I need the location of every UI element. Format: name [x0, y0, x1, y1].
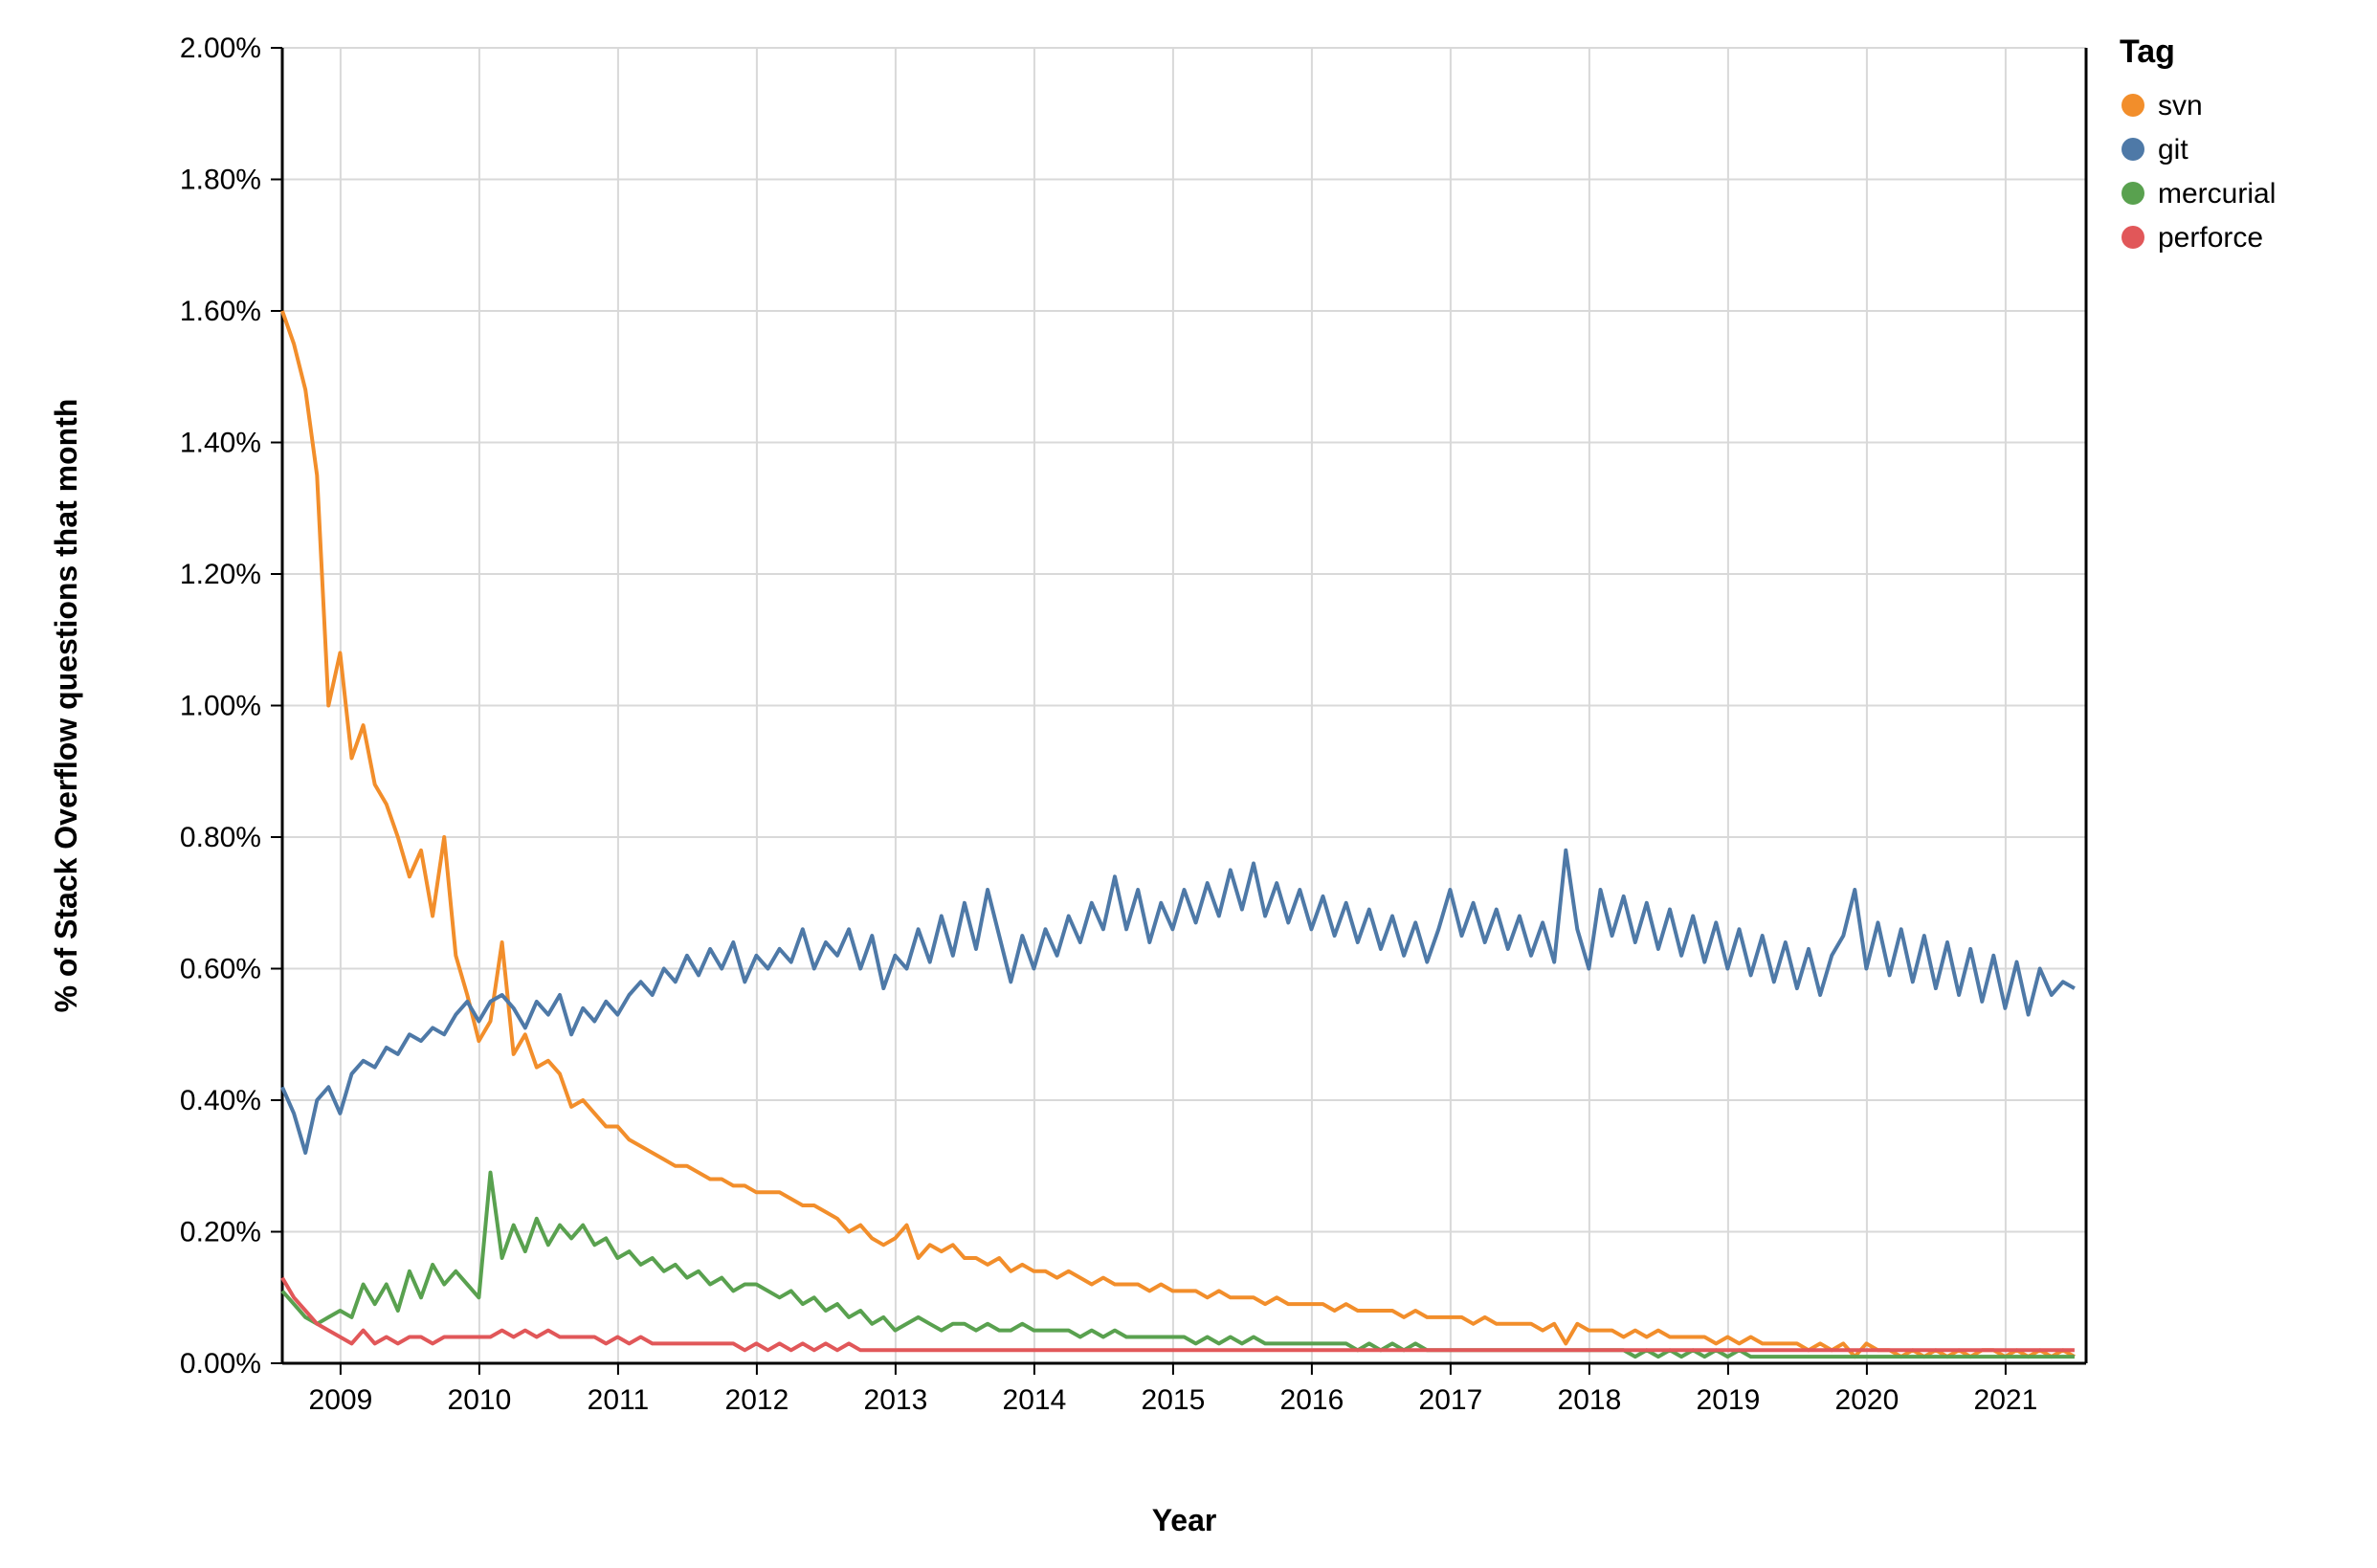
y-tick-label: 1.00%: [180, 691, 261, 722]
y-tick-label: 2.00%: [180, 33, 261, 64]
x-tick-label: 2013: [864, 1384, 928, 1416]
x-axis-title: Year: [1152, 1503, 1217, 1537]
y-tick-label: 1.60%: [180, 296, 261, 327]
legend-title: Tag: [2120, 33, 2175, 70]
x-tick-label: 2020: [1835, 1384, 1899, 1416]
y-tick-label: 1.40%: [180, 428, 261, 459]
legend-swatch-git: [2122, 138, 2144, 161]
x-tick-label: 2018: [1558, 1384, 1622, 1416]
series-line-git: [282, 850, 2075, 1153]
x-tick-label: 2011: [588, 1384, 650, 1416]
line-chart: 0.00% 0.20% 0.40% 0.60% 0.80% 1.00% 1.20% 1.40%…: [0, 0, 2377, 1568]
legend-label-svn: svn: [2158, 90, 2203, 121]
y-tick-label: 0.20%: [180, 1217, 261, 1248]
legend-label-perforce: perforce: [2158, 222, 2263, 254]
x-tick-label: 2015: [1142, 1384, 1206, 1416]
x-tick-label: 2019: [1697, 1384, 1761, 1416]
legend-label-git: git: [2158, 134, 2188, 166]
x-tick-label: 2016: [1280, 1384, 1344, 1416]
legend-swatch-perforce: [2122, 226, 2144, 249]
chart-container: 0.00% 0.20% 0.40% 0.60% 0.80% 1.00% 1.20% 1.40%…: [0, 0, 2377, 1568]
legend-label-mercurial: mercurial: [2158, 178, 2276, 210]
x-tick-label: 2012: [725, 1384, 789, 1416]
legend-swatch-mercurial: [2122, 182, 2144, 205]
y-tick-label: 1.20%: [180, 559, 261, 590]
series-line-svn: [282, 311, 2075, 1357]
x-tick-label: 2009: [309, 1384, 373, 1416]
series-line-perforce: [282, 1278, 2075, 1351]
legend-swatch-svn: [2122, 94, 2144, 117]
y-tick-label: 1.80%: [180, 165, 261, 196]
y-tick-label: 0.00%: [180, 1348, 261, 1380]
series-line-mercurial: [282, 1173, 2075, 1358]
x-tick-label: 2010: [448, 1384, 512, 1416]
y-tick-label: 0.80%: [180, 822, 261, 853]
y-axis-title: % of Stack Overflow questions that month: [49, 399, 83, 1013]
y-tick-label: 0.40%: [180, 1085, 261, 1116]
x-tick-label: 2014: [1003, 1384, 1067, 1416]
y-tick-label: 0.60%: [180, 954, 261, 985]
x-tick-label: 2017: [1419, 1384, 1483, 1416]
x-tick-label: 2021: [1974, 1384, 2038, 1416]
